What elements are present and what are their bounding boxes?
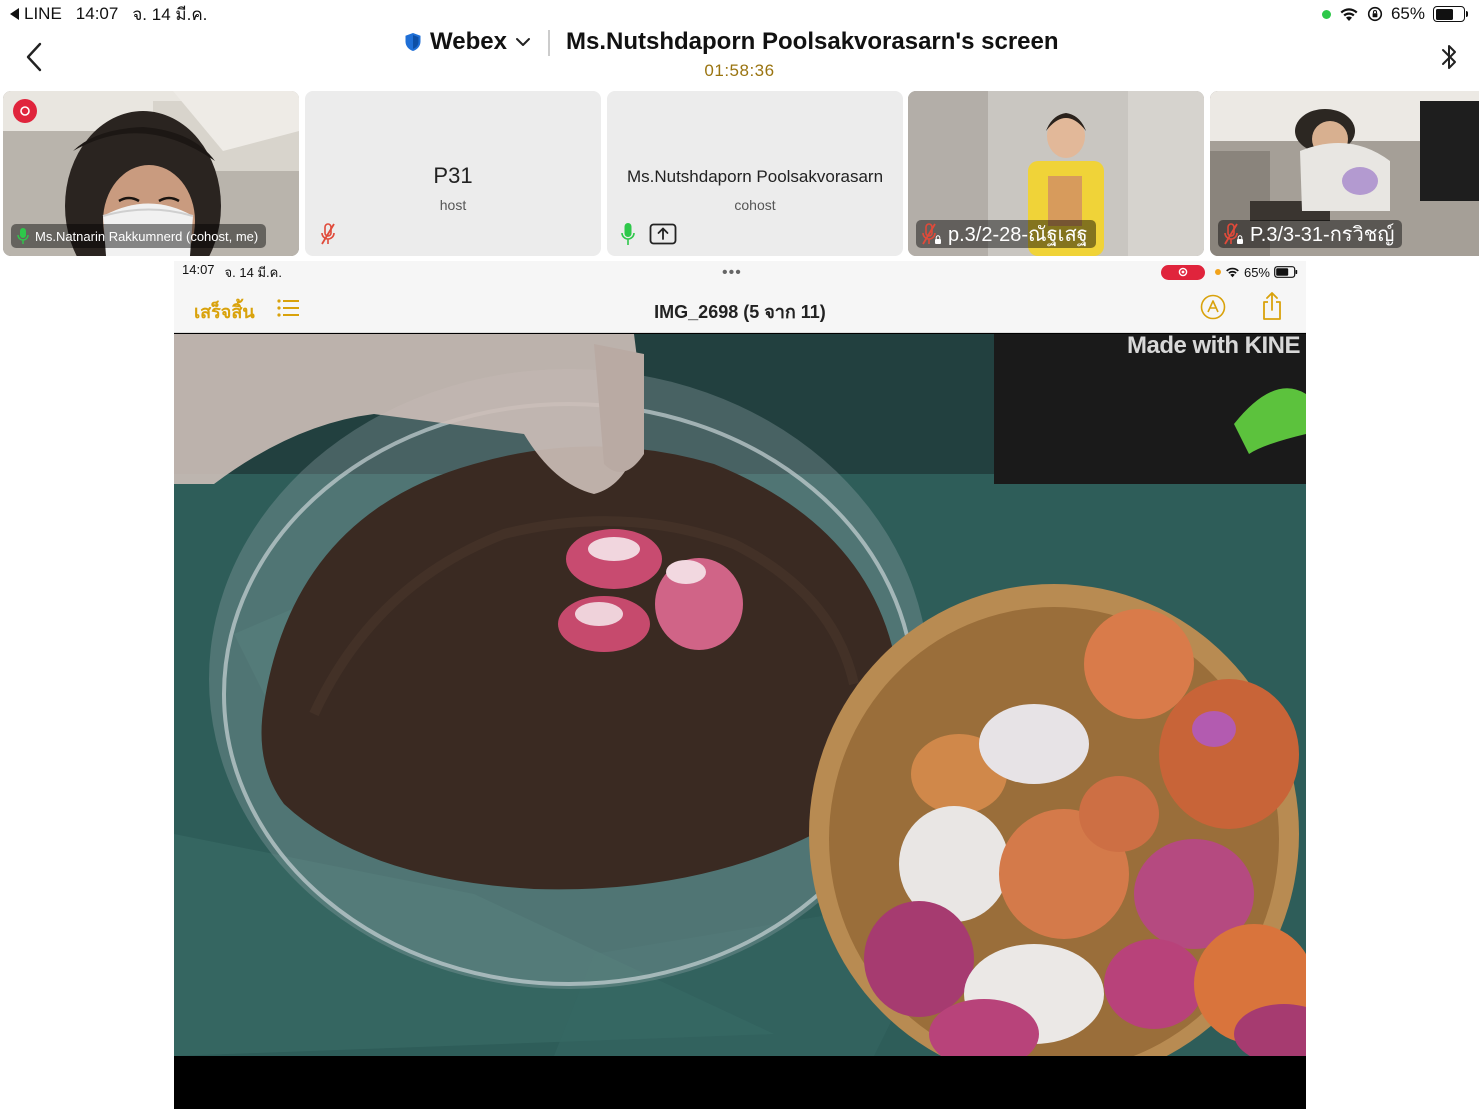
share-icon[interactable]	[1260, 291, 1284, 321]
shield-icon	[405, 33, 421, 51]
status-date: จ. 14 มี.ค.	[132, 4, 208, 24]
participant-name: Ms.Nutshdaporn Poolsakvorasarn	[626, 167, 884, 186]
mic-in-use-indicator	[1214, 269, 1221, 275]
back-triangle-icon	[10, 8, 19, 20]
participant-name: P31	[433, 163, 473, 188]
multitasking-dots-icon: •••	[722, 264, 742, 281]
shared-screen-view[interactable]: 14:07 จ. 14 มี.ค. ••• 65% เสร็จสิ้น IMG_…	[174, 261, 1306, 1109]
bluetooth-icon[interactable]	[1437, 42, 1461, 72]
shared-status-date: จ. 14 มี.ค.	[224, 264, 282, 280]
sharing-screen-icon	[649, 223, 677, 245]
participant-name: P.3/3-31-กรวิชญ์	[1250, 224, 1395, 246]
participant-name: p.3/2-28-ณัฐเสฐ	[948, 224, 1088, 246]
battery-icon	[1433, 6, 1468, 22]
record-icon	[1178, 267, 1188, 277]
battery-level-fill	[1435, 8, 1454, 20]
participant-name: Ms.Natnarin Rakkumnerd (cohost, me)	[35, 228, 259, 244]
participant-strip: Ms.Natnarin Rakkumnerd (cohost, me) P31 …	[0, 91, 1479, 257]
participant-label: p.3/2-28-ณัฐเสฐ	[916, 220, 1096, 248]
photo-content[interactable]: Made with KINE	[174, 334, 1306, 1056]
wifi-icon	[1340, 8, 1358, 21]
participant-label: P.3/3-31-กรวิชญ์	[1218, 220, 1403, 248]
mic-on-icon	[17, 228, 29, 244]
markup-icon[interactable]	[1200, 294, 1226, 320]
participant-tile-student-1[interactable]: p.3/2-28-ณัฐเสฐ	[908, 91, 1204, 256]
participant-role: cohost	[734, 197, 776, 213]
wifi-icon	[1226, 267, 1239, 278]
orientation-lock-icon	[1367, 6, 1383, 22]
header-divider	[548, 30, 550, 56]
webex-menu-button[interactable]: Webex	[404, 28, 531, 56]
participant-role: host	[439, 197, 467, 213]
meeting-timer: 01:58:36	[704, 61, 775, 80]
participant-label: Ms.Natnarin Rakkumnerd (cohost, me)	[11, 224, 267, 248]
record-icon	[20, 106, 30, 116]
shared-battery-percent: 65%	[1243, 264, 1270, 280]
kinemaster-watermark: Made with KINE	[1126, 334, 1301, 359]
mic-muted-lock-icon	[922, 223, 941, 245]
photo-toolbar: เสร็จสิ้น IMG_2698 (5 จาก 11)	[174, 283, 1306, 333]
chevron-down-icon	[515, 38, 530, 46]
participant-status-icons	[621, 222, 677, 246]
back-to-app-link[interactable]: LINE	[10, 4, 62, 24]
recording-indicator	[13, 99, 37, 123]
battery-percent: 65%	[1390, 4, 1425, 23]
back-app-label: LINE	[24, 4, 62, 23]
mic-in-use-indicator	[1321, 9, 1331, 19]
participant-tile-presenter[interactable]: Ms.Nutshdaporn Poolsakvorasarn cohost	[607, 91, 903, 256]
status-bar: LINE 14:07 จ. 14 มี.ค. 65%	[0, 0, 1479, 28]
app-name: Webex	[430, 28, 507, 55]
participant-status-icons	[319, 222, 337, 246]
shared-status-bar: 14:07 จ. 14 มี.ค. ••• 65%	[174, 261, 1306, 283]
participant-tile-self[interactable]: Ms.Natnarin Rakkumnerd (cohost, me)	[3, 91, 299, 256]
participant-tile-student-2[interactable]: P.3/3-31-กรวิชญ์	[1210, 91, 1479, 256]
status-time: 14:07	[75, 4, 119, 23]
shared-status-time: 14:07	[182, 261, 215, 277]
photo-title: IMG_2698 (5 จาก 11)	[654, 302, 826, 322]
meeting-header: Webex Ms.Nutshdaporn Poolsakvorasarn's s…	[0, 28, 1479, 90]
onion-planting-photo	[174, 334, 1306, 1056]
mic-muted-lock-icon	[1224, 223, 1243, 245]
participant-tile-host[interactable]: P31 host	[305, 91, 601, 256]
mic-on-icon	[621, 223, 635, 245]
mic-muted-icon	[321, 223, 335, 245]
screen-record-indicator	[1160, 264, 1205, 280]
shared-screen-title: Ms.Nutshdaporn Poolsakvorasarn's screen	[566, 28, 1059, 55]
battery-icon	[1274, 266, 1298, 278]
